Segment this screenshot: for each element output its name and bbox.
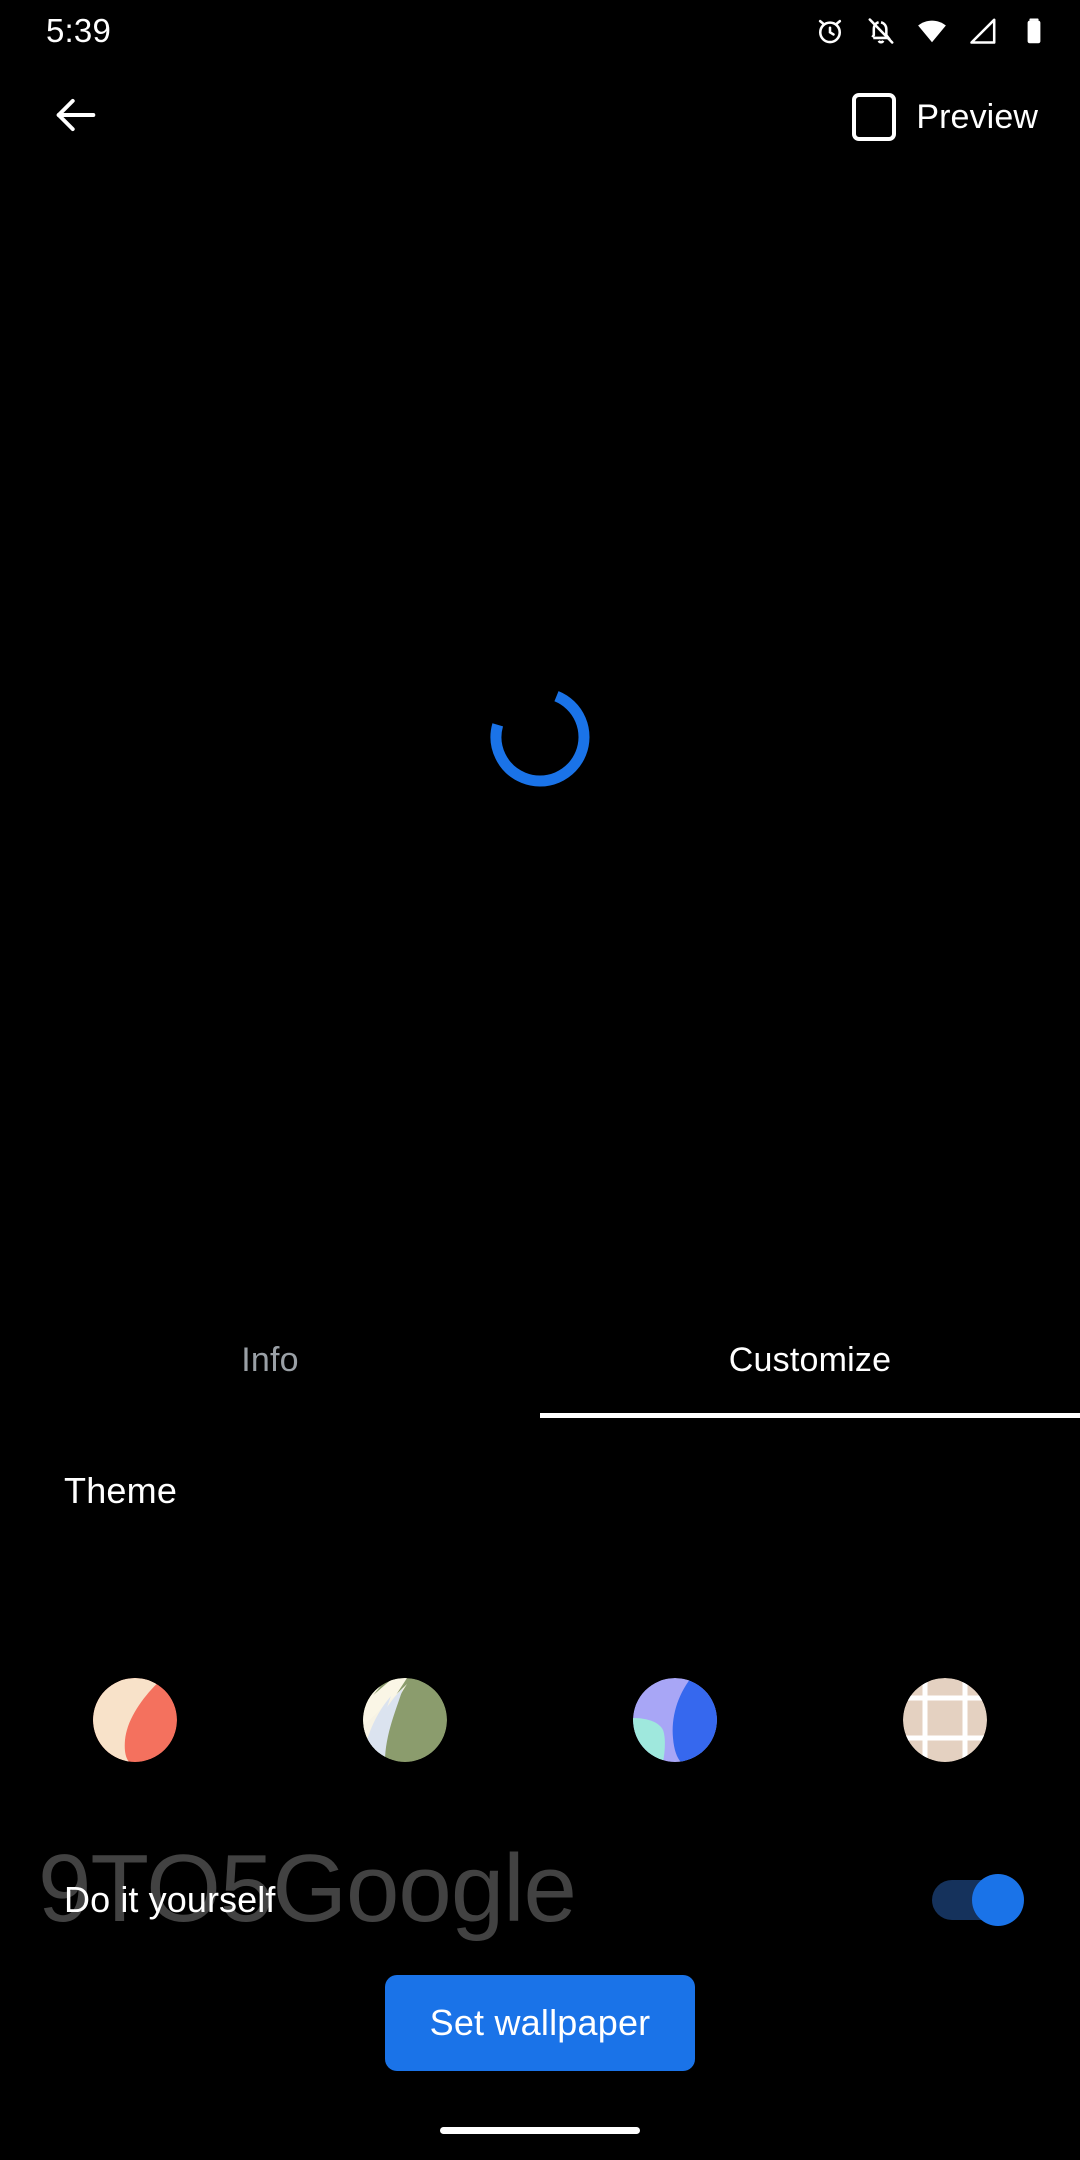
cell-signal-icon — [967, 15, 999, 47]
tab-info[interactable]: Info — [0, 1302, 540, 1418]
tab-info-label: Info — [241, 1340, 299, 1379]
set-wallpaper-button[interactable]: Set wallpaper — [385, 1975, 695, 2071]
status-bar-icons — [814, 15, 1050, 47]
wallpaper-customize-screen: 5:39 Preview Info Customize Theme 9TO5Go… — [0, 0, 1080, 2160]
do-it-yourself-row[interactable]: Do it yourself — [0, 1850, 1080, 1950]
battery-icon — [1018, 15, 1050, 47]
notifications-off-icon — [865, 15, 897, 47]
app-bar: Preview — [0, 62, 1080, 172]
status-bar-clock: 5:39 — [46, 12, 112, 49]
tab-customize-label: Customize — [728, 1340, 892, 1379]
theme-swatch-peach-coral[interactable] — [93, 1678, 177, 1762]
do-it-yourself-label: Do it yourself — [64, 1879, 276, 1920]
do-it-yourself-toggle[interactable] — [932, 1874, 1024, 1926]
theme-section-title: Theme — [64, 1470, 178, 1511]
alarm-icon — [814, 15, 846, 47]
theme-swatch-periwinkle-blue[interactable] — [633, 1678, 717, 1762]
tab-bar: Info Customize — [0, 1302, 1080, 1418]
theme-swatch-cell — [0, 1678, 270, 1762]
wifi-icon — [916, 15, 948, 47]
theme-swatch-cell — [540, 1678, 810, 1762]
theme-swatch-sage-green[interactable] — [363, 1678, 447, 1762]
theme-swatch-beige-grid[interactable] — [903, 1678, 987, 1762]
tab-active-indicator — [540, 1413, 1080, 1418]
tab-customize[interactable]: Customize — [540, 1302, 1080, 1418]
wallpaper-preview-area[interactable] — [0, 172, 1080, 1302]
home-indicator[interactable] — [440, 2127, 640, 2134]
theme-swatch-cell — [270, 1678, 540, 1762]
status-bar: 5:39 — [0, 0, 1080, 62]
theme-swatch-row — [0, 1668, 1080, 1772]
loading-spinner-icon — [485, 682, 595, 792]
back-button[interactable] — [38, 79, 114, 155]
theme-swatch-cell — [810, 1678, 1080, 1762]
preview-button[interactable]: Preview — [844, 85, 1050, 149]
toggle-knob — [972, 1874, 1024, 1926]
phone-outline-icon — [852, 93, 897, 141]
arrow-back-icon — [50, 89, 102, 146]
preview-button-label: Preview — [916, 97, 1038, 136]
footer-actions: Set wallpaper — [0, 1975, 1080, 2071]
